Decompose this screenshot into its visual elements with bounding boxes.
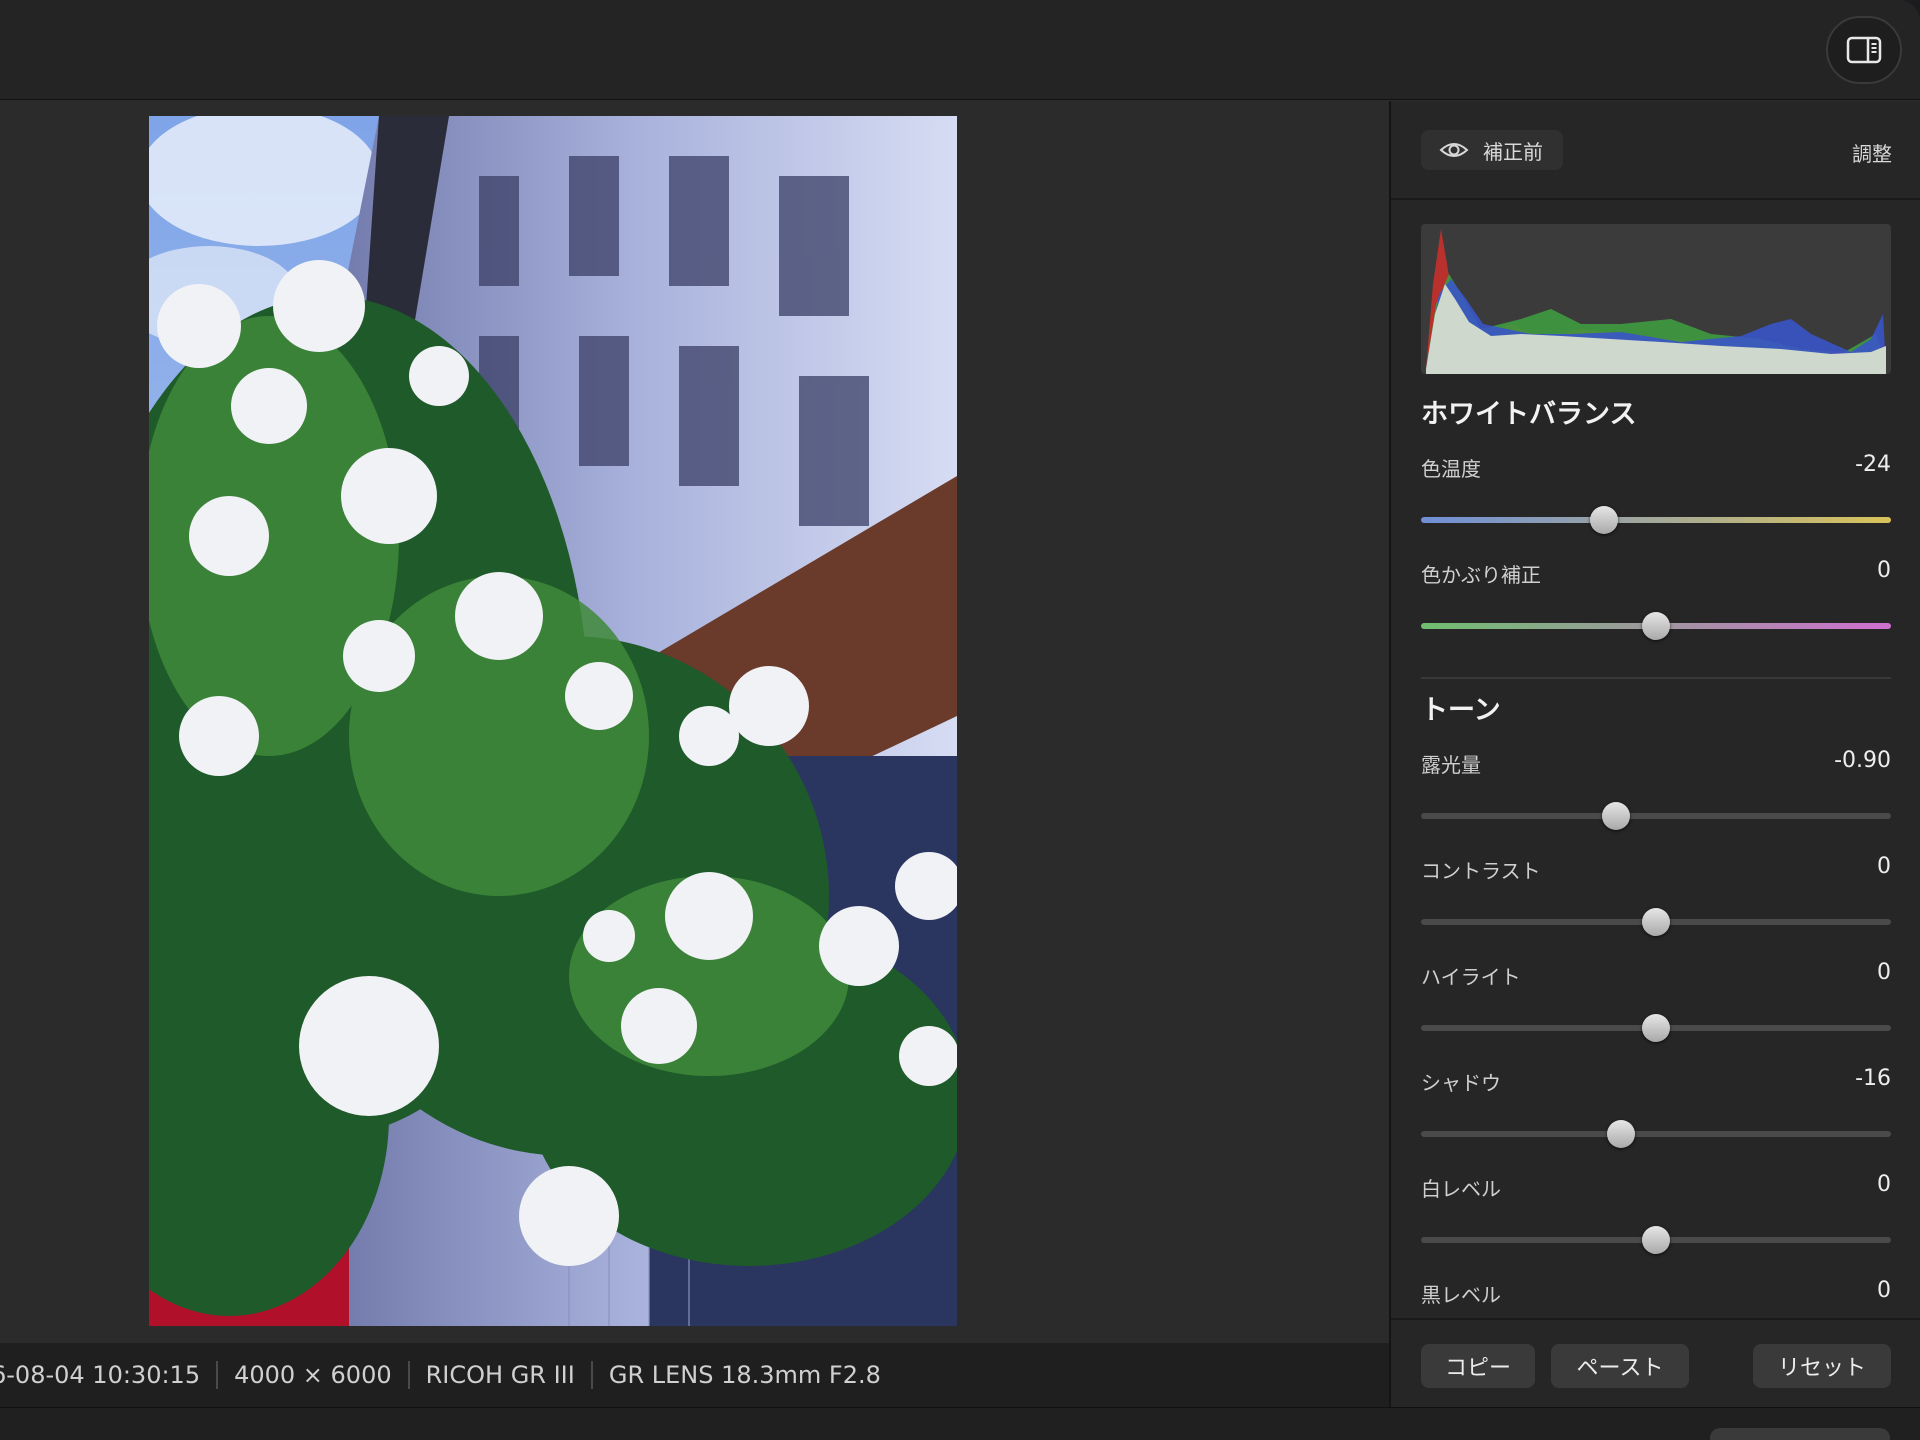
reset-button[interactable]: リセット xyxy=(1753,1344,1891,1388)
whites-slider[interactable] xyxy=(1421,1226,1891,1254)
camera-model: RICOH GR III xyxy=(410,1361,593,1389)
eye-icon xyxy=(1439,143,1469,157)
adjust-tab[interactable]: 調整 xyxy=(1852,138,1892,167)
panel-header: 補正前 調整 xyxy=(1391,101,1920,200)
shadows-slider-thumb[interactable] xyxy=(1606,1120,1635,1148)
before-toggle-button[interactable]: 補正前 xyxy=(1421,130,1563,170)
app-window: 6-08-04 10:30:15 4000 × 6000 RICOH GR II… xyxy=(0,0,1920,1440)
shadows-slider[interactable] xyxy=(1421,1120,1891,1148)
temperature-label: 色温度 xyxy=(1421,457,1481,481)
tint-slider[interactable] xyxy=(1421,612,1891,640)
photo-canvas xyxy=(0,101,1389,1343)
photo-preview xyxy=(149,116,957,1326)
blacks-value[interactable]: 0 xyxy=(1877,1278,1891,1303)
top-toolbar xyxy=(0,0,1920,100)
white-balance-title: ホワイトバランス xyxy=(1421,399,1637,430)
tint-label: 色かぶり補正 xyxy=(1421,563,1541,587)
capture-datetime: 6-08-04 10:30:15 xyxy=(0,1361,219,1389)
exposure-slider-thumb[interactable] xyxy=(1602,802,1631,830)
exposure-label: 露光量 xyxy=(1421,753,1481,777)
contrast-value[interactable]: 0 xyxy=(1877,854,1891,879)
tone-title: トーン xyxy=(1421,695,1501,726)
contrast-slider-thumb[interactable] xyxy=(1642,908,1670,936)
highlights-slider[interactable] xyxy=(1421,1014,1891,1042)
copy-button[interactable]: コピー xyxy=(1421,1344,1535,1388)
temperature-value[interactable]: -24 xyxy=(1855,452,1891,477)
temperature-slider-thumb[interactable] xyxy=(1590,506,1619,534)
whites-slider-thumb[interactable] xyxy=(1642,1226,1670,1254)
whites-value[interactable]: 0 xyxy=(1877,1172,1891,1197)
adjustment-panel: 補正前 調整 ホワイトバランス 色温度 -24 色かぶり補正 0 トーン 露光量… xyxy=(1389,101,1920,1407)
section-divider xyxy=(1421,677,1891,679)
photo-image xyxy=(149,116,957,1326)
before-label: 補正前 xyxy=(1483,139,1543,164)
photo-metadata-bar: 6-08-04 10:30:15 4000 × 6000 RICOH GR II… xyxy=(0,1343,1389,1407)
adjustment-scroll-area[interactable]: ホワイトバランス 色温度 -24 色かぶり補正 0 トーン 露光量 -0.90 … xyxy=(1391,202,1920,1422)
shadows-value[interactable]: -16 xyxy=(1855,1066,1891,1091)
exposure-value[interactable]: -0.90 xyxy=(1834,748,1891,773)
exposure-slider[interactable] xyxy=(1421,802,1891,830)
histogram xyxy=(1421,224,1891,374)
temperature-slider[interactable] xyxy=(1421,506,1891,534)
highlights-value[interactable]: 0 xyxy=(1877,960,1891,985)
contrast-slider[interactable] xyxy=(1421,908,1891,936)
tint-value[interactable]: 0 xyxy=(1877,558,1891,583)
whites-label: 白レベル xyxy=(1421,1177,1501,1201)
sidebar-toggle-button[interactable] xyxy=(1826,16,1902,84)
sidebar-right-icon xyxy=(1846,36,1882,64)
contrast-label: コントラスト xyxy=(1421,859,1541,883)
lens-model: GR LENS 18.3mm F2.8 xyxy=(608,1361,881,1389)
blacks-label: 黒レベル xyxy=(1421,1283,1501,1307)
shadows-label: シャドウ xyxy=(1421,1071,1501,1095)
tint-slider-thumb[interactable] xyxy=(1642,612,1670,640)
bottom-handle[interactable] xyxy=(1710,1428,1890,1440)
panel-footer: コピー ペースト リセット xyxy=(1391,1318,1920,1407)
highlights-slider-thumb[interactable] xyxy=(1642,1014,1670,1042)
image-dimensions: 4000 × 6000 xyxy=(218,1361,410,1389)
paste-button[interactable]: ペースト xyxy=(1551,1344,1689,1388)
highlights-label: ハイライト xyxy=(1421,965,1521,989)
